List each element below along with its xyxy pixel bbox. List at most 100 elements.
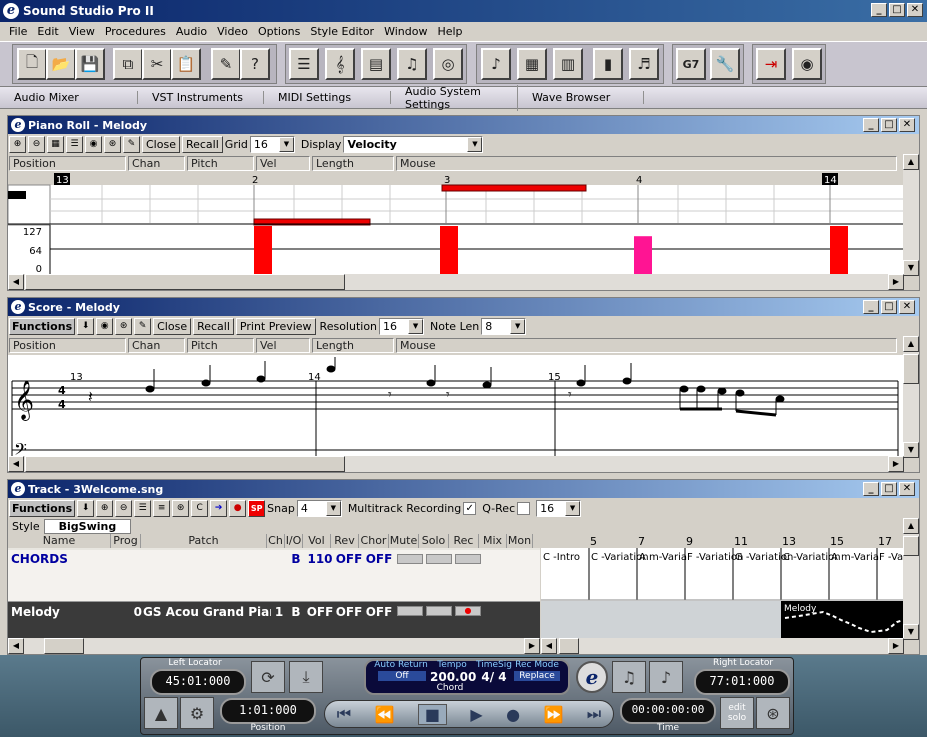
link-vst-instruments[interactable]: VST Instruments bbox=[138, 91, 264, 104]
snap-select[interactable]: 4 ▼ bbox=[296, 499, 342, 517]
solo-button[interactable] bbox=[426, 606, 452, 616]
piano-roll-hscroll[interactable]: ◀ ▶ bbox=[8, 274, 904, 290]
save-icon[interactable]: 💾 bbox=[75, 48, 105, 80]
maximize-button[interactable]: □ bbox=[881, 118, 897, 132]
close-view-button[interactable]: Close bbox=[153, 317, 192, 335]
paste-icon[interactable]: 📋 bbox=[171, 48, 201, 80]
arrow-icon[interactable]: ➔ bbox=[210, 499, 228, 517]
close-button[interactable]: ✕ bbox=[899, 482, 915, 496]
edit-solo-button[interactable]: edit solo bbox=[720, 697, 754, 729]
stop-icon[interactable]: ■ bbox=[417, 703, 447, 725]
auto-return-value[interactable]: Off bbox=[378, 671, 426, 681]
rec-mode-value[interactable]: Replace bbox=[514, 671, 560, 681]
notation-icon[interactable]: 𝄞 bbox=[325, 48, 355, 80]
speaker-icon[interactable]: ◉ bbox=[96, 317, 114, 335]
rewind-icon[interactable]: ⏪ bbox=[375, 705, 395, 724]
track-list-hscroll[interactable]: ◀ ▶ bbox=[8, 638, 540, 654]
rewind-start-icon[interactable]: ⏮ bbox=[337, 704, 351, 724]
list-editor-icon[interactable]: ☰ bbox=[289, 48, 319, 80]
new-icon[interactable]: 🗋 bbox=[17, 48, 47, 80]
scroll-up-button[interactable]: ▲ bbox=[903, 154, 919, 170]
scroll-up-button[interactable]: ▲ bbox=[903, 518, 919, 534]
film-icon[interactable]: ⊛ bbox=[104, 135, 121, 153]
rec-active-button[interactable]: ● bbox=[455, 606, 481, 616]
menu-video[interactable]: Video bbox=[217, 25, 248, 38]
forward-end-icon[interactable]: ⏭ bbox=[587, 704, 601, 724]
velocity-bar[interactable] bbox=[254, 226, 272, 274]
menu-edit[interactable]: Edit bbox=[37, 25, 58, 38]
properties-icon[interactable]: ✎ bbox=[211, 48, 241, 80]
menu-file[interactable]: File bbox=[9, 25, 27, 38]
list-icon[interactable]: ☰ bbox=[66, 135, 83, 153]
mute-button[interactable] bbox=[397, 554, 423, 564]
zoom-in-icon[interactable]: ⊕ bbox=[9, 135, 26, 153]
zoom-in-icon[interactable]: ⊕ bbox=[96, 499, 114, 517]
tempo-value[interactable]: 200.00 bbox=[430, 670, 476, 684]
velocity-bar[interactable] bbox=[440, 226, 458, 274]
mute-button[interactable] bbox=[397, 606, 423, 616]
close-button[interactable]: ✕ bbox=[899, 300, 915, 314]
scroll-left-button[interactable]: ◀ bbox=[8, 274, 24, 290]
note-len-select[interactable]: 8 ▼ bbox=[481, 317, 527, 335]
download-icon[interactable]: ⬇ bbox=[77, 499, 95, 517]
play-icon[interactable]: ▶ bbox=[470, 705, 482, 724]
print-preview-button[interactable]: Print Preview bbox=[235, 317, 316, 335]
right-locator-display[interactable]: 77:01:000 bbox=[694, 669, 790, 695]
scroll-thumb[interactable] bbox=[44, 638, 84, 654]
scroll-thumb[interactable] bbox=[559, 638, 579, 654]
record-icon[interactable]: ● bbox=[506, 705, 520, 724]
conductor-icon[interactable]: ♪ bbox=[481, 48, 511, 80]
scroll-right-button[interactable]: ▶ bbox=[888, 456, 904, 472]
menu-style-editor[interactable]: Style Editor bbox=[310, 25, 374, 38]
display-select[interactable]: Velocity ▼ bbox=[343, 135, 484, 153]
velocity-bar[interactable] bbox=[830, 226, 848, 274]
time-display[interactable]: 00:00:00:00 bbox=[620, 698, 716, 724]
resolution-select[interactable]: 16 ▼ bbox=[379, 317, 425, 335]
sync-icon[interactable]: ⇥ bbox=[756, 48, 786, 80]
notes-icon[interactable]: ♫ bbox=[397, 48, 427, 80]
close-button[interactable]: ✕ bbox=[899, 118, 915, 132]
q-rec-checkbox[interactable] bbox=[517, 501, 531, 515]
position-display[interactable]: 1:01:000 bbox=[220, 698, 316, 724]
solo-button[interactable] bbox=[426, 554, 452, 564]
close-button[interactable]: ✕ bbox=[907, 3, 923, 17]
lines-icon[interactable]: ≡ bbox=[153, 499, 171, 517]
document-icon[interactable]: ▦ bbox=[517, 48, 547, 80]
note-block[interactable] bbox=[441, 184, 587, 192]
scroll-up-button[interactable]: ▲ bbox=[903, 336, 919, 352]
scroll-right-button[interactable]: ▶ bbox=[888, 638, 904, 654]
scroll-left-button[interactable]: ◀ bbox=[8, 456, 24, 472]
track-row-chords[interactable]: CHORDS B 110 OFF OFF bbox=[8, 550, 540, 602]
film-icon[interactable]: ⊛ bbox=[115, 317, 133, 335]
minimize-button[interactable]: _ bbox=[871, 3, 887, 17]
mixer-icon[interactable]: ▥ bbox=[553, 48, 583, 80]
midi-icon[interactable]: ⊛ bbox=[756, 697, 790, 729]
punch-icon[interactable]: ⤓ bbox=[289, 661, 323, 693]
menu-help[interactable]: Help bbox=[437, 25, 462, 38]
lyrics-icon[interactable]: ▤ bbox=[361, 48, 391, 80]
track-timeline[interactable]: 5 7 9 11 13 15 17 C -Intro C -Variation A m-Var… bbox=[541, 534, 904, 640]
copy-icon[interactable]: C bbox=[191, 499, 209, 517]
speaker-icon[interactable]: ◉ bbox=[85, 135, 102, 153]
list-icon[interactable]: ☰ bbox=[134, 499, 152, 517]
link-midi-settings[interactable]: MIDI Settings bbox=[264, 91, 391, 104]
scroll-right-button[interactable]: ▶ bbox=[888, 274, 904, 290]
track-row-melody[interactable]: Melody 0 GS Acou Grand Piano 1 B OFF OFF… bbox=[8, 602, 540, 640]
close-view-button[interactable]: Close bbox=[142, 135, 180, 153]
open-icon[interactable]: 📂 bbox=[46, 48, 76, 80]
g7-icon[interactable]: G7 bbox=[676, 48, 706, 80]
tools-icon[interactable]: 🔧 bbox=[710, 48, 740, 80]
velocity-bar[interactable] bbox=[634, 236, 652, 274]
drum-icon[interactable]: ◎ bbox=[433, 48, 463, 80]
scroll-right-button[interactable]: ▶ bbox=[524, 638, 540, 654]
conductor-icon[interactable]: ♪ bbox=[649, 661, 683, 693]
download-icon[interactable]: ⬇ bbox=[77, 317, 95, 335]
multitrack-checkbox[interactable]: ✓ bbox=[463, 501, 477, 515]
menu-window[interactable]: Window bbox=[384, 25, 427, 38]
timesig-value[interactable]: 4/ 4 bbox=[474, 670, 514, 684]
link-audio-mixer[interactable]: Audio Mixer bbox=[0, 91, 138, 104]
q-rec-select[interactable]: 16 ▼ bbox=[536, 499, 582, 517]
menu-audio[interactable]: Audio bbox=[176, 25, 207, 38]
link-audio-system-settings[interactable]: Audio System Settings bbox=[391, 84, 518, 111]
scroll-thumb[interactable] bbox=[25, 456, 345, 472]
